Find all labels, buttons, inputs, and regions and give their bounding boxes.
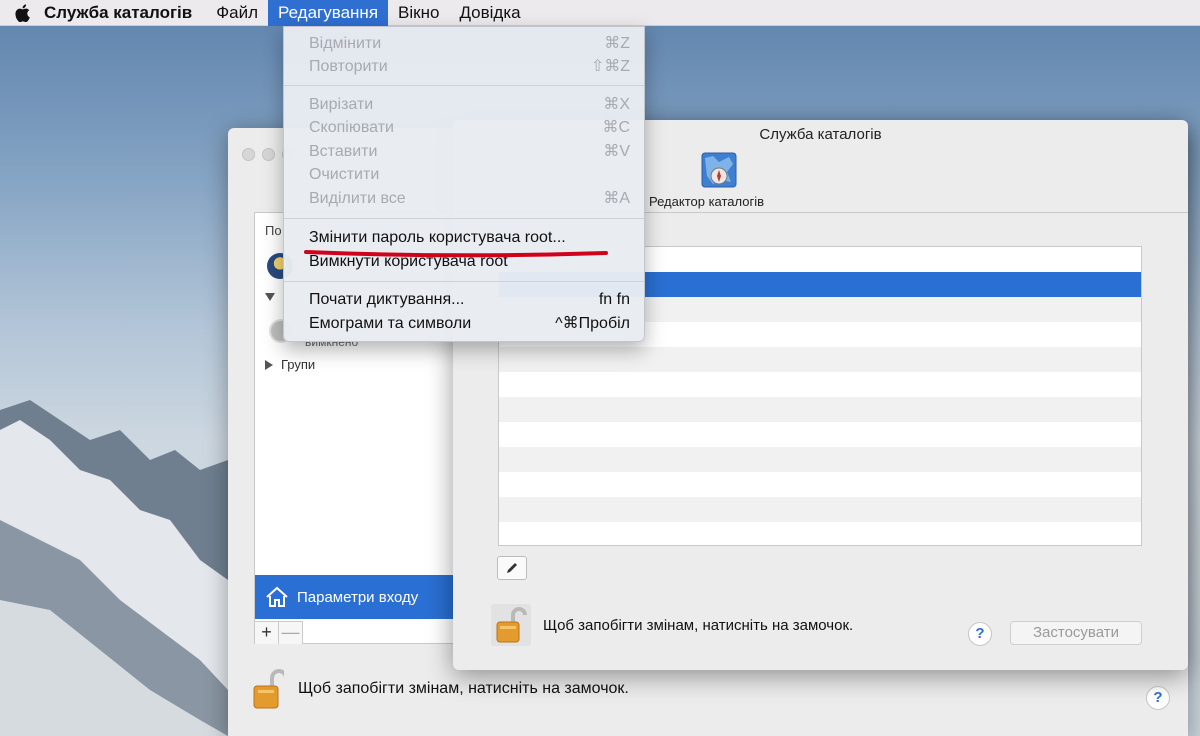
menu-item-undo[interactable]: Відмінити ⌘Z <box>284 33 644 55</box>
menu-window[interactable]: Вікно <box>388 0 449 26</box>
menu-item-label: Емограми та символи <box>309 315 472 332</box>
menu-file[interactable]: Файл <box>206 0 268 26</box>
menu-item-emoji-symbols[interactable]: Емограми та символи ^⌘Пробіл <box>284 313 644 335</box>
edit-dropdown-menu: Відмінити ⌘Z Повторити ⇧⌘Z Вирізати ⌘X С… <box>283 26 645 342</box>
groups-label: Групи <box>281 357 316 372</box>
menu-item-clear[interactable]: Очистити <box>284 164 644 186</box>
menu-separator <box>284 85 644 86</box>
table-row[interactable] <box>499 372 1141 397</box>
menu-app-name[interactable]: Служба каталогів <box>44 0 202 26</box>
sidebar-header: По <box>265 223 282 238</box>
disclosure-triangle-icon[interactable] <box>265 293 275 301</box>
menu-item-label: Змінити пароль користувача root... <box>309 229 566 246</box>
disclosure-triangle-icon <box>265 359 273 370</box>
edit-button[interactable] <box>497 556 527 580</box>
directory-editor-label[interactable]: Редактор каталогів <box>649 194 764 209</box>
menu-separator <box>284 218 644 219</box>
unlocked-padlock-icon[interactable] <box>491 604 531 646</box>
menu-item-label: Очистити <box>309 166 380 183</box>
sidebar-item-login-options[interactable]: Параметри входу <box>255 575 455 619</box>
back-lock-text: Щоб запобігти змінам, натисніть на замоч… <box>298 680 629 697</box>
menu-item-label: Почати диктування... <box>309 291 465 308</box>
menu-help[interactable]: Довідка <box>449 0 530 26</box>
apple-icon <box>14 3 30 22</box>
menu-item-label: Вставити <box>309 143 378 160</box>
table-row[interactable] <box>499 397 1141 422</box>
menu-item-label: Повторити <box>309 58 388 75</box>
menu-item-start-dictation[interactable]: Почати диктування... fn fn <box>284 289 644 311</box>
menu-item-shortcut: ⌘Z <box>604 35 630 52</box>
minimize-button[interactable] <box>262 148 275 161</box>
menu-item-shortcut: ⌘C <box>602 119 630 136</box>
red-underline-annotation <box>304 250 608 258</box>
menu-item-select-all[interactable]: Виділити все ⌘A <box>284 188 644 210</box>
menu-separator <box>284 281 644 282</box>
table-row[interactable] <box>499 447 1141 472</box>
menu-item-cut[interactable]: Вирізати ⌘X <box>284 94 644 116</box>
table-row[interactable] <box>499 497 1141 522</box>
remove-button[interactable]: — <box>279 622 303 644</box>
menu-item-shortcut: ⌘V <box>603 143 630 160</box>
menu-item-change-root-password[interactable]: Змінити пароль користувача root... <box>284 227 644 249</box>
menu-item-shortcut: ⇧⌘Z <box>590 58 630 75</box>
back-help-button[interactable]: ? <box>1146 686 1170 710</box>
apple-menu[interactable] <box>0 3 44 22</box>
menu-item-label: Виділити все <box>309 190 406 207</box>
table-row[interactable] <box>499 472 1141 497</box>
menu-item-copy[interactable]: Скопіювати ⌘C <box>284 117 644 139</box>
apply-button[interactable]: Застосувати <box>1010 621 1142 645</box>
menu-item-redo[interactable]: Повторити ⇧⌘Z <box>284 56 644 78</box>
menu-item-shortcut: ⌘A <box>603 190 630 207</box>
menu-item-paste[interactable]: Вставити ⌘V <box>284 141 644 163</box>
menu-item-shortcut: ^⌘Пробіл <box>555 315 630 332</box>
front-lock-row: Щоб запобігти змінам, натисніть на замоч… <box>491 604 853 646</box>
close-button[interactable] <box>242 148 255 161</box>
menu-item-shortcut: fn fn <box>598 291 630 308</box>
house-icon <box>266 586 288 607</box>
sidebar-buttons: + — <box>255 621 303 644</box>
menu-item-shortcut: ⌘X <box>603 96 630 113</box>
login-options-label: Параметри входу <box>297 588 419 606</box>
table-row[interactable] <box>499 522 1141 545</box>
menu-bar: Служба каталогів Файл Редагування Вікно … <box>0 0 1200 26</box>
directory-editor-icon[interactable] <box>701 152 737 195</box>
front-lock-text: Щоб запобігти змінам, натисніть на замоч… <box>543 616 854 634</box>
table-row[interactable] <box>499 422 1141 447</box>
menu-edit[interactable]: Редагування <box>268 0 389 26</box>
add-button[interactable]: + <box>255 622 279 644</box>
pencil-icon <box>507 563 517 573</box>
back-lock-row: Щоб запобігти змінам, натисніть на замоч… <box>252 668 629 710</box>
menu-item-label: Скопіювати <box>309 119 394 136</box>
table-row[interactable] <box>499 347 1141 372</box>
front-help-button[interactable]: ? <box>968 622 992 646</box>
unlocked-padlock-icon[interactable] <box>252 668 284 710</box>
menu-item-label: Відмінити <box>309 35 382 52</box>
menu-item-label: Вирізати <box>309 96 374 113</box>
sidebar-item-groups[interactable]: Групи <box>265 357 315 372</box>
